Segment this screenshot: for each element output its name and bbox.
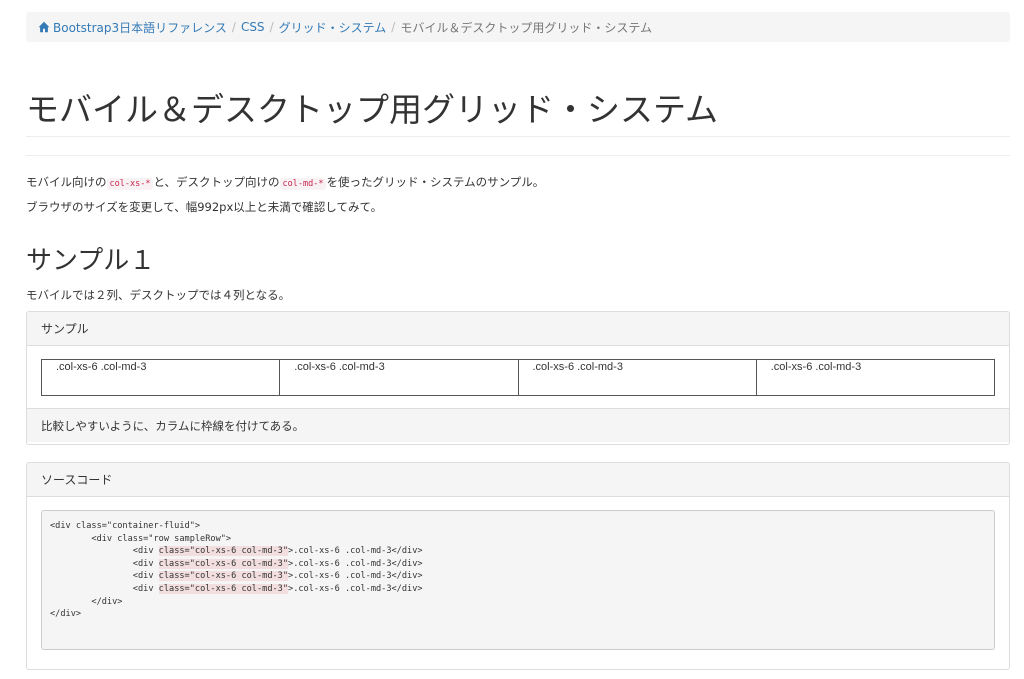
code-tag-close: >.col-xs-6 .col-md-3</div>: [288, 583, 423, 594]
code-highlight: class="col-xs-6 col-md-3": [158, 546, 289, 557]
breadcrumb-separator: /: [269, 20, 274, 34]
breadcrumb-home-link[interactable]: Bootstrap3日本語リファレンス: [38, 19, 227, 36]
breadcrumb-current: モバイル＆デスクトップ用グリッド・システム: [400, 20, 652, 35]
code-tag-close: >.col-xs-6 .col-md-3</div>: [288, 571, 423, 582]
source-code-block[interactable]: <div class="container-fluid"> <div class…: [41, 510, 995, 650]
section-divider: [26, 155, 1010, 156]
code-tag-open: <div: [132, 571, 159, 582]
code-line: <div class="container-fluid">: [50, 521, 201, 531]
code-line: <div class="row sampleRow">: [50, 533, 232, 544]
code-line: </div>: [50, 609, 82, 620]
code-tag-open: <div: [132, 546, 159, 557]
code-highlight: class="col-xs-6 col-md-3": [158, 558, 289, 569]
intro-text: モバイル向けの col-xs-* と、デスクトップ向けの col-md-* を使ったグリ…: [26, 171, 544, 219]
code-line: </div>: [50, 596, 123, 607]
code-tag-open: <div: [132, 583, 159, 594]
code-highlight: class="col-xs-6 col-md-3": [158, 583, 289, 594]
source-panel: ソースコード <div class="container-fluid"> <di…: [26, 462, 1010, 670]
intro-text-part: と、デスクトップ向けの: [153, 175, 280, 189]
home-icon: [38, 21, 50, 32]
sample-description: モバイルでは２列、デスクトップでは４列となる。: [26, 288, 291, 302]
breadcrumb-css-link[interactable]: CSS: [241, 20, 265, 34]
inline-code: col-md-*: [279, 178, 327, 190]
sample-heading: サンプル１: [26, 246, 156, 276]
sample-panel-heading: サンプル: [27, 312, 1009, 346]
breadcrumb-separator: /: [391, 20, 396, 34]
intro-line-1: モバイル向けの col-xs-* と、デスクトップ向けの col-md-* を使ったグリ…: [26, 171, 544, 196]
breadcrumb-home-label: Bootstrap3日本語リファレンス: [53, 20, 227, 35]
intro-text-part: モバイル向けの: [26, 175, 107, 189]
code-tag-close: >.col-xs-6 .col-md-3</div>: [288, 558, 423, 569]
title-divider: [26, 136, 1010, 137]
breadcrumb-separator: /: [231, 20, 236, 34]
grid-cell: .col-xs-6 .col-md-3: [42, 360, 281, 395]
grid-cell: .col-xs-6 .col-md-3: [770, 361, 862, 373]
code-highlight: class="col-xs-6 col-md-3": [158, 571, 289, 582]
grid-cell: .col-xs-6 .col-md-3: [519, 360, 757, 395]
breadcrumb-grid-link[interactable]: グリッド・システム: [279, 19, 387, 36]
sample-grid-row: .col-xs-6 .col-md-3 .col-xs-6 .col-md-3 …: [41, 359, 995, 396]
code-tag-close: >.col-xs-6 .col-md-3</div>: [288, 546, 423, 557]
inline-code: col-xs-*: [106, 178, 154, 190]
sample-panel-footer: 比較しやすいように、カラムに枠線を付けてある。: [27, 408, 1009, 442]
page-title: モバイル＆デスクトップ用グリッド・システム: [26, 90, 719, 129]
breadcrumb: Bootstrap3日本語リファレンス / CSS / グリッド・システム / …: [26, 12, 1010, 42]
source-panel-heading: ソースコード: [27, 463, 1009, 497]
grid-cell: .col-xs-6 .col-md-3: [280, 360, 519, 395]
intro-text-part: を使ったグリッド・システムのサンプル。: [326, 175, 545, 189]
page: Bootstrap3日本語リファレンス / CSS / グリッド・システム / …: [0, 0, 1024, 679]
intro-line-2: ブラウザのサイズを変更して、幅992px以上と未満で確認してみて。: [26, 200, 383, 214]
code-tag-open: <div: [132, 558, 159, 569]
sample-panel: サンプル .col-xs-6 .col-md-3 .col-xs-6 .col-…: [26, 311, 1010, 445]
